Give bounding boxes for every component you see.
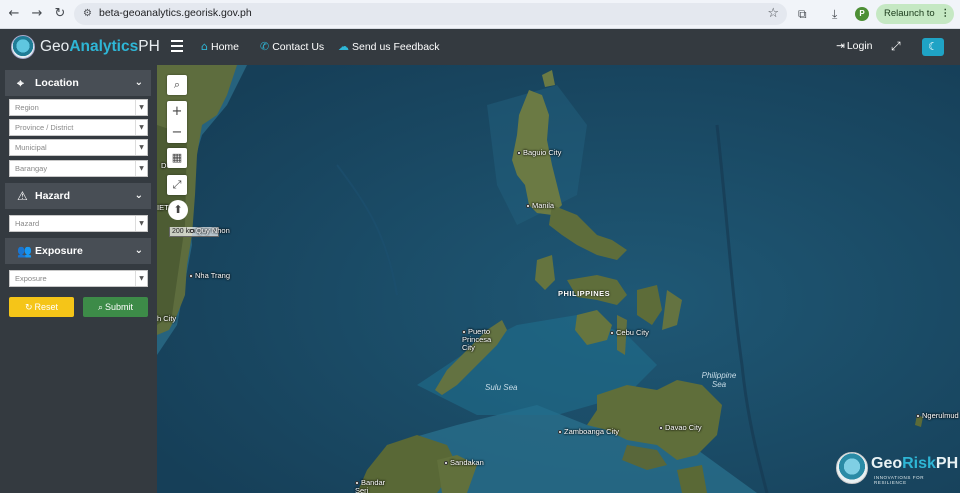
sea-label: Philippine Sea	[701, 371, 737, 389]
location-section-header[interactable]: ⌖ Location ⌄	[5, 70, 151, 96]
nav-feedback[interactable]: ☁ Send us Feedback	[338, 40, 440, 53]
layers-icon[interactable]: ▦	[167, 148, 187, 168]
city-label: Davao City	[659, 423, 702, 432]
filter-sidebar: ⌖ Location ⌄ Region ▼ Province / District…	[0, 65, 157, 493]
zoom-control: + −	[167, 101, 187, 143]
chat-icon: ☁	[338, 40, 349, 53]
dropdown-arrow-icon: ▼	[135, 100, 147, 115]
exposure-section-header[interactable]: 👥 Exposure ⌄	[5, 238, 151, 264]
home-icon: ⌂	[201, 40, 208, 53]
app-header: GeoAnalyticsPH ⌂ Home ✆ Contact Us ☁ Send u…	[0, 29, 960, 65]
city-label: IET	[157, 203, 169, 212]
nav-home[interactable]: ⌂ Home	[201, 40, 239, 53]
reset-button[interactable]: ↻ Reset	[9, 297, 74, 317]
site-settings-icon[interactable]: ⚙	[83, 8, 95, 20]
hazard-section-header[interactable]: ⚠ Hazard ⌄	[5, 183, 151, 209]
map-search-icon[interactable]: ⌕	[167, 75, 187, 95]
chevron-down-icon: ⌄	[134, 245, 143, 256]
dropdown-arrow-icon: ▼	[135, 120, 147, 135]
region-select[interactable]: Region ▼	[9, 99, 148, 116]
browser-toolbar: ← → ↻ ⚙ beta-geoanalytics.georisk.gov.ph…	[0, 0, 960, 39]
bookmark-star-icon[interactable]: ☆	[767, 6, 779, 21]
login-button[interactable]: ⇥ Login	[836, 40, 873, 52]
submit-button[interactable]: ⌕ Submit	[83, 297, 148, 317]
city-label: D	[161, 161, 167, 170]
reload-icon[interactable]: ↻	[52, 6, 68, 22]
more-menu-icon[interactable]: ⋮	[941, 4, 951, 24]
georisk-logo-icon	[836, 452, 868, 484]
brand-logo-icon	[11, 35, 35, 59]
users-icon: 👥	[17, 244, 32, 258]
menu-toggle-icon[interactable]	[171, 40, 183, 52]
nav-contact[interactable]: ✆ Contact Us	[260, 40, 324, 53]
download-icon[interactable]: ⤓	[832, 7, 837, 22]
compass-icon[interactable]: ⬆	[168, 200, 188, 220]
dropdown-arrow-icon: ▼	[135, 161, 147, 176]
map-view[interactable]: ⌕ + − ▦ ⤢ ⬆ 200 km D IET Quy Nhon Nha Tr…	[157, 65, 960, 493]
chevron-down-icon: ⌄	[134, 190, 143, 201]
dropdown-arrow-icon: ▼	[135, 271, 147, 286]
country-label: PHILIPPINES	[558, 289, 611, 298]
login-icon: ⇥	[836, 40, 845, 52]
crosshair-icon: ⌖	[17, 76, 24, 90]
city-label: Puerto Princesa City	[462, 327, 492, 352]
fullscreen-icon[interactable]: ⤢	[891, 39, 901, 54]
back-icon[interactable]: ←	[6, 6, 22, 22]
brand-title[interactable]: GeoAnalyticsPH	[40, 38, 160, 56]
chevron-down-icon: ⌄	[134, 77, 143, 88]
url-text: beta-geoanalytics.georisk.gov.ph	[99, 7, 252, 19]
city-label: Bandar Seri Begawan	[355, 478, 386, 493]
barangay-select[interactable]: Barangay ▼	[9, 160, 148, 177]
georisk-logo-name: GeoRiskPH	[871, 455, 959, 472]
relaunch-button[interactable]: Relaunch to update ⋮	[876, 4, 954, 39]
city-label: Nha Trang	[189, 271, 230, 280]
refresh-icon: ↻	[24, 303, 33, 313]
city-label: Manila	[526, 201, 554, 210]
city-label: Quy Nhon	[190, 226, 230, 235]
georisk-tagline: INNOVATIONS FOR RESILIENCE	[874, 475, 925, 485]
sea-label: Sulu Sea	[485, 383, 518, 392]
province-select[interactable]: Province / District ▼	[9, 119, 148, 136]
dropdown-arrow-icon: ▼	[135, 140, 147, 155]
warning-icon: ⚠	[17, 189, 28, 203]
city-label: Cebu City	[610, 328, 649, 337]
georisk-logo: GeoRiskPH INNOVATIONS FOR RESILIENCE	[836, 450, 958, 486]
city-label: Baguio City	[517, 148, 561, 157]
city-label: h City	[157, 314, 177, 323]
forward-icon[interactable]: →	[29, 6, 45, 22]
profile-avatar[interactable]: P	[855, 7, 869, 21]
phone-icon: ✆	[260, 40, 270, 53]
search-icon: ⌕	[97, 303, 104, 313]
city-label: Ngerulmud	[916, 411, 959, 420]
moon-icon: ☾	[928, 40, 938, 53]
city-label: Zamboanga City	[558, 427, 619, 436]
extensions-icon[interactable]: ⧉	[798, 7, 807, 22]
zoom-in-button[interactable]: +	[167, 101, 187, 122]
address-bar[interactable]: ⚙ beta-geoanalytics.georisk.gov.ph ☆	[74, 3, 787, 25]
dark-mode-toggle[interactable]: ☾	[922, 38, 944, 56]
zoom-out-button[interactable]: −	[167, 122, 187, 143]
city-label: Sandakan	[444, 458, 484, 467]
exposure-select[interactable]: Exposure ▼	[9, 270, 148, 287]
map-fullscreen-icon[interactable]: ⤢	[167, 175, 187, 195]
municipal-select[interactable]: Municipal ▼	[9, 139, 148, 156]
hazard-select[interactable]: Hazard ▼	[9, 215, 148, 232]
dropdown-arrow-icon: ▼	[135, 216, 147, 231]
